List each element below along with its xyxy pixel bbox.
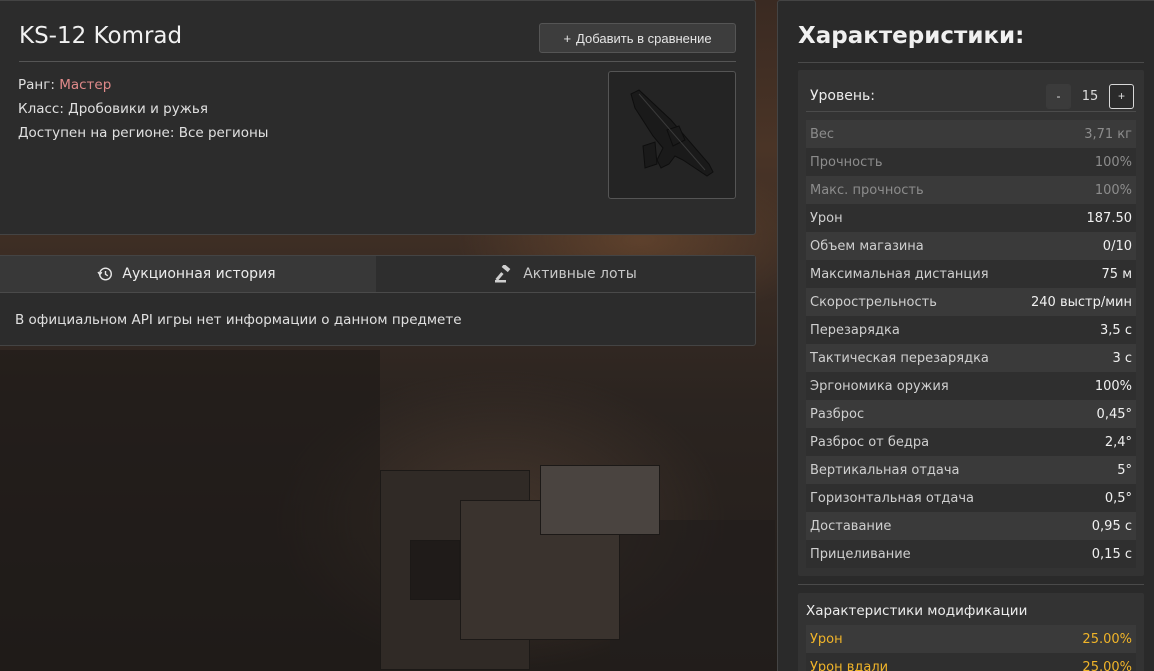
modification-name: Урон <box>810 631 843 647</box>
item-image <box>608 71 736 199</box>
stat-name: Макс. прочность <box>810 182 924 198</box>
item-class: Класс: Дробовики и ружья <box>18 101 208 117</box>
shotgun-icon <box>630 89 714 177</box>
item-region: Доступен на регионе: Все регионы <box>18 125 269 141</box>
modification-row: Урон вдали 25.00% <box>806 653 1136 671</box>
level-divider <box>806 111 1136 112</box>
stat-name: Тактическая перезарядка <box>810 350 989 366</box>
stat-name: Разброс от бедра <box>810 434 930 450</box>
stat-row: Разброс 0,45° <box>806 400 1136 428</box>
stat-row: Эргономика оружия 100% <box>806 372 1136 400</box>
stat-name: Прицеливание <box>810 546 911 562</box>
rank-value: Мастер <box>59 77 112 93</box>
stat-name: Разброс <box>810 406 865 422</box>
level-decrease-button[interactable]: - <box>1046 83 1071 109</box>
stat-name: Прочность <box>810 154 883 170</box>
level-increase-button[interactable]: + <box>1109 83 1134 109</box>
stat-name: Горизонтальная отдача <box>810 490 975 506</box>
stat-value: 3,5 с <box>1100 322 1132 338</box>
stat-value: 0,15 с <box>1091 546 1132 562</box>
stat-value: 0/10 <box>1102 238 1132 254</box>
stat-value: 187.50 <box>1086 210 1133 226</box>
stat-row: Скорострельность 240 выстр/мин <box>806 288 1136 316</box>
modification-list: Урон 25.00% Урон вдали 25.00% <box>806 625 1136 671</box>
rank-label: Ранг: <box>18 77 55 93</box>
stat-row: Горизонтальная отдача 0,5° <box>806 484 1136 512</box>
stat-row: Перезарядка 3,5 с <box>806 316 1136 344</box>
stat-name: Вес <box>810 126 835 142</box>
background-shadow <box>0 350 380 671</box>
item-rank: Ранг: Мастер <box>18 77 111 93</box>
stat-row: Объем магазина 0/10 <box>806 232 1136 260</box>
tab-active-lots[interactable]: Активные лоты <box>376 256 755 292</box>
level-row: Уровень: - 15 + <box>810 81 1134 111</box>
stat-name: Эргономика оружия <box>810 378 949 394</box>
stat-row: Тактическая перезарядка 3 с <box>806 344 1136 372</box>
auction-panel: Аукционная история Активные лоты В офици… <box>0 255 756 346</box>
stat-row: Макс. прочность 100% <box>806 176 1136 204</box>
modification-name: Урон вдали <box>810 659 889 671</box>
modification-row: Урон 25.00% <box>806 625 1136 653</box>
stat-value: 100% <box>1094 182 1132 198</box>
stat-row: Вертикальная отдача 5° <box>806 456 1136 484</box>
stat-row: Доставание 0,95 с <box>806 512 1136 540</box>
background-shadow-right <box>610 520 775 671</box>
stat-row: Максимальная дистанция 75 м <box>806 260 1136 288</box>
level-value: 15 <box>1081 88 1099 104</box>
stat-name: Вертикальная отдача <box>810 462 960 478</box>
stat-value: 5° <box>1117 462 1132 478</box>
modification-title: Характеристики модификации <box>806 603 1028 619</box>
stat-list: Вес 3,71 кг Прочность 100% Макс. прочность 10… <box>806 120 1136 568</box>
gavel-icon <box>495 265 511 283</box>
tab-auction-history-label: Аукционная история <box>122 266 276 282</box>
stats-panel: Характеристики: Уровень: - 15 + Вес 3,71 … <box>777 0 1154 671</box>
tab-active-lots-label: Активные лоты <box>523 266 637 282</box>
stat-name: Перезарядка <box>810 322 900 338</box>
stat-value: 100% <box>1094 154 1132 170</box>
item-info-panel: KS-12 Komrad + Добавить в сравнение Ранг… <box>0 0 756 235</box>
stat-name: Урон <box>810 210 843 226</box>
stat-name: Доставание <box>810 518 892 534</box>
add-to-compare-label: Добавить в сравнение <box>576 30 712 46</box>
plus-icon: + <box>563 30 572 46</box>
modification-block: Характеристики модификации Урон 25.00% Уро… <box>798 593 1144 671</box>
stat-value: 2,4° <box>1104 434 1132 450</box>
stat-name: Объем магазина <box>810 238 924 254</box>
stat-value: 3,71 кг <box>1084 126 1132 142</box>
stat-value: 100% <box>1094 378 1132 394</box>
add-to-compare-button[interactable]: + Добавить в сравнение <box>539 23 736 53</box>
item-title: KS-12 Komrad <box>19 23 183 49</box>
stat-value: 240 выстр/мин <box>1031 294 1132 310</box>
stat-value: 0,45° <box>1096 406 1132 422</box>
stat-value: 3 с <box>1112 350 1132 366</box>
stat-row: Прочность 100% <box>806 148 1136 176</box>
background-ruin <box>540 465 660 535</box>
background-ruin <box>410 540 460 600</box>
stat-value: 0,5° <box>1104 490 1132 506</box>
stat-row: Разброс от бедра 2,4° <box>806 428 1136 456</box>
stat-name: Скорострельность <box>810 294 937 310</box>
history-icon <box>97 267 113 281</box>
stats-divider <box>798 62 1144 63</box>
auction-empty-message: В официальном API игры нет информации о … <box>15 312 462 328</box>
mod-divider <box>798 584 1144 585</box>
stat-row: Урон 187.50 <box>806 204 1136 232</box>
stat-row: Прицеливание 0,15 с <box>806 540 1136 568</box>
stat-row: Вес 3,71 кг <box>806 120 1136 148</box>
title-divider <box>19 61 736 62</box>
stat-name: Максимальная дистанция <box>810 266 989 282</box>
stat-value: 75 м <box>1101 266 1132 282</box>
tab-auction-history[interactable]: Аукционная история <box>0 256 376 292</box>
modification-value: 25.00% <box>1082 659 1132 671</box>
level-label: Уровень: <box>810 88 875 104</box>
auction-tabs: Аукционная история Активные лоты <box>0 256 755 293</box>
stats-title: Характеристики: <box>798 23 1025 49</box>
stats-block: Уровень: - 15 + Вес 3,71 кг Прочность 100% М… <box>798 70 1144 576</box>
stat-value: 0,95 с <box>1091 518 1132 534</box>
modification-value: 25.00% <box>1082 631 1132 647</box>
